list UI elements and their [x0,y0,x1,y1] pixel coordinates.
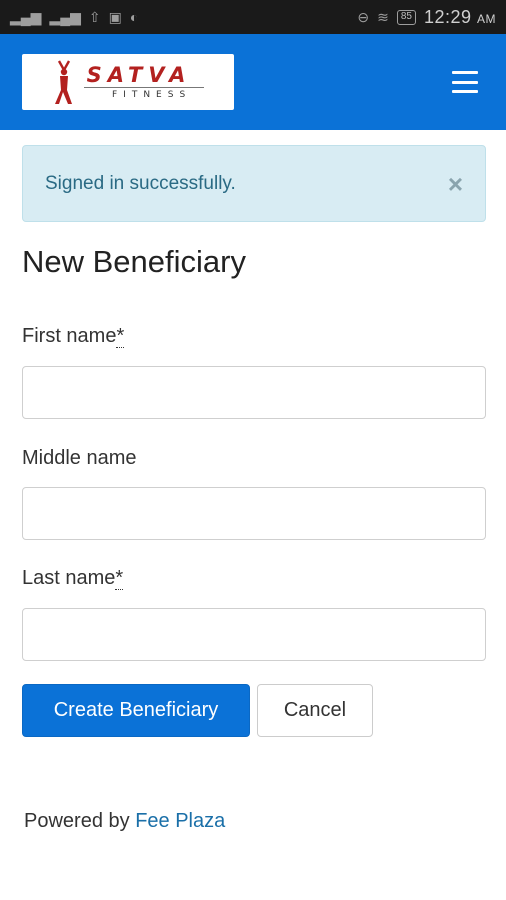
clock-ampm: AM [477,11,496,26]
logo-divider [84,87,204,88]
first-name-label: First name* [22,325,125,348]
status-bar-left: ▂▄▆ ▂▄▆ ⇧ ▣ ◐ [10,10,138,24]
hamburger-bar [452,90,478,93]
signal-icon: ▂▄▆ [10,9,42,25]
alert-message: Signed in successfully. [45,172,236,194]
create-beneficiary-button[interactable]: Create Beneficiary [22,684,250,737]
success-alert: Signed in successfully. × [22,145,486,222]
image-icon: ▣ [108,9,122,25]
wifi-icon: ≋ [377,9,389,25]
close-icon[interactable]: × [448,171,463,197]
dnd-icon: ⊖ [357,9,370,25]
battery-icon: 85 [396,9,416,25]
last-name-label-text: Last name [22,567,116,589]
first-name-field[interactable] [22,366,486,419]
logo-subtext: FITNESS [112,90,192,100]
footer-prefix: Powered by [24,810,130,832]
status-bar-right: ⊖ ≋ 85 12:29 AM [357,7,496,28]
status-bar: ▂▄▆ ▂▄▆ ⇧ ▣ ◐ ⊖ ≋ 85 12:29 AM [0,0,506,34]
navbar: SATVA FITNESS [0,34,506,130]
required-marker: * [115,567,124,590]
cancel-button[interactable]: Cancel [257,684,373,737]
brand-logo[interactable]: SATVA FITNESS [22,54,234,110]
footer: Powered by Fee Plaza [24,810,225,833]
fitness-figure-icon [55,60,72,104]
last-name-field[interactable] [22,608,486,661]
fee-plaza-link[interactable]: Fee Plaza [135,810,225,832]
clock-time: 12:29 [423,6,472,27]
upload-icon: ⇧ [88,9,101,25]
hamburger-bar [452,71,478,74]
hamburger-icon[interactable] [452,71,478,93]
first-name-label-text: First name [22,325,117,347]
last-name-label: Last name* [22,567,124,590]
clock: 12:29 AM [424,7,496,28]
required-marker: * [116,325,125,348]
logo-text: SATVA [86,63,192,87]
signal-icon: ▂▄▆ [49,9,81,25]
middle-name-label: Middle name [22,447,137,469]
sync-icon: ◐ [129,9,139,25]
hamburger-bar [452,80,478,84]
page-title: New Beneficiary [22,244,246,279]
middle-name-field[interactable] [22,487,486,540]
